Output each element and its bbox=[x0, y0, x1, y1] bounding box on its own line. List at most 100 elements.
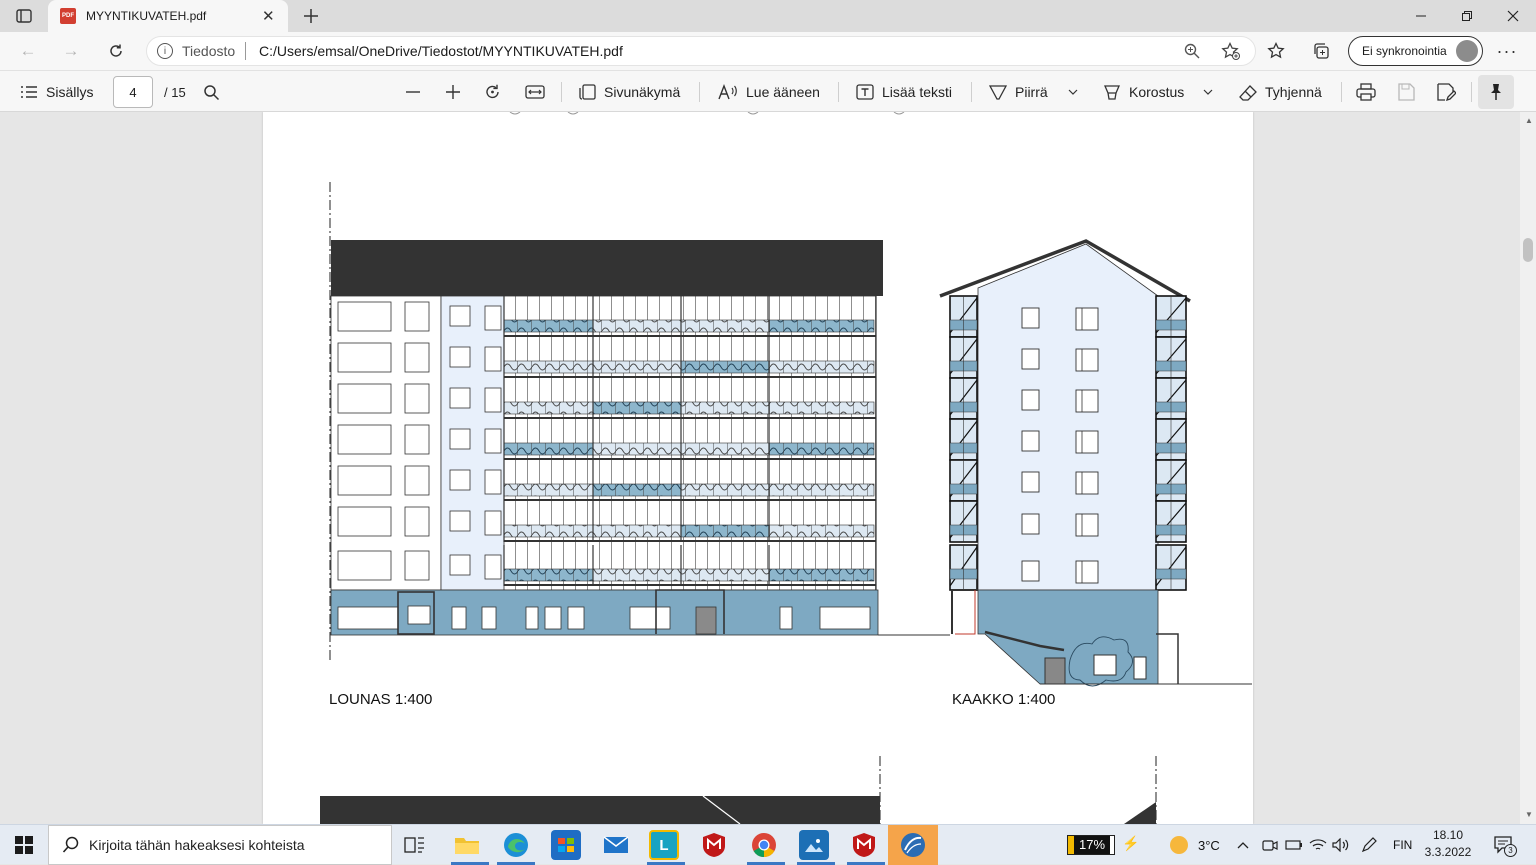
draw-button[interactable]: Piirrä bbox=[989, 71, 1048, 113]
volume-icon[interactable] bbox=[1332, 825, 1350, 865]
close-tab-icon[interactable]: ✕ bbox=[262, 7, 275, 25]
zoom-icon[interactable] bbox=[1183, 42, 1201, 65]
zoom-in-icon[interactable] bbox=[445, 71, 461, 113]
notification-center-icon[interactable]: 3 bbox=[1494, 835, 1517, 858]
taskbar-search[interactable]: Kirjoita tähän hakeaksesi kohteista bbox=[48, 825, 392, 865]
url-field[interactable]: i Tiedosto C:/Users/emsal/OneDrive/Tiedo… bbox=[146, 36, 1256, 66]
window bbox=[451, 606, 467, 630]
pen-icon[interactable] bbox=[1361, 825, 1377, 865]
window bbox=[1021, 430, 1040, 452]
more-options-icon[interactable]: ··· bbox=[1492, 36, 1522, 66]
language-indicator[interactable]: FIN bbox=[1393, 825, 1412, 865]
search-icon[interactable] bbox=[203, 71, 220, 113]
balcony-railing bbox=[768, 319, 875, 333]
add-text-button[interactable]: Lisää teksti bbox=[856, 71, 952, 113]
chrome-icon[interactable] bbox=[749, 830, 779, 860]
draw-dropdown-chevron-icon[interactable] bbox=[1068, 71, 1078, 113]
door bbox=[695, 606, 717, 635]
page-total: / 15 bbox=[164, 84, 186, 100]
new-tab-icon[interactable] bbox=[288, 0, 334, 32]
forward-icon[interactable]: → bbox=[56, 36, 86, 66]
weather-sun-icon[interactable] bbox=[1170, 836, 1188, 854]
file-explorer-icon[interactable] bbox=[452, 830, 482, 860]
battery-tray-icon[interactable] bbox=[1285, 825, 1303, 865]
profile-button[interactable]: Ei synkronointia bbox=[1348, 36, 1483, 66]
mcafee-icon[interactable] bbox=[699, 830, 729, 860]
tab-strip: PDF MYYNTIKUVATEH.pdf ✕ bbox=[0, 0, 1536, 32]
scroll-up-icon[interactable]: ▲ bbox=[1525, 116, 1533, 125]
print-icon[interactable] bbox=[1356, 71, 1376, 113]
window bbox=[449, 469, 471, 491]
tab-pdf[interactable]: PDF MYYNTIKUVATEH.pdf ✕ bbox=[48, 0, 288, 32]
start-button[interactable] bbox=[0, 825, 48, 865]
task-view-icon[interactable] bbox=[404, 835, 426, 858]
minimize-icon[interactable] bbox=[1398, 0, 1444, 32]
active-app-icon[interactable] bbox=[888, 825, 938, 865]
balcony-railing bbox=[768, 401, 875, 415]
scroll-down-icon[interactable]: ▼ bbox=[1525, 810, 1533, 819]
clock[interactable]: 18.10 3.3.2022 bbox=[1423, 827, 1473, 863]
tab-title: MYYNTIKUVATEH.pdf bbox=[86, 9, 207, 23]
window bbox=[449, 510, 471, 532]
restore-icon[interactable] bbox=[1444, 0, 1490, 32]
page-number-input[interactable]: 4 bbox=[113, 76, 153, 108]
window bbox=[449, 305, 471, 327]
chevron-up-icon[interactable] bbox=[1237, 825, 1249, 865]
window bbox=[484, 305, 502, 331]
edge-icon[interactable] bbox=[501, 830, 531, 860]
close-window-icon[interactable] bbox=[1490, 0, 1536, 32]
draw-label: Piirrä bbox=[1015, 84, 1048, 100]
clock-date: 3.3.2022 bbox=[1424, 845, 1472, 859]
highlight-dropdown-chevron-icon[interactable] bbox=[1203, 71, 1213, 113]
window bbox=[404, 506, 430, 537]
save-as-icon[interactable] bbox=[1436, 71, 1456, 113]
window bbox=[481, 606, 497, 630]
collections-icon[interactable] bbox=[1306, 36, 1336, 66]
window bbox=[404, 301, 430, 332]
photos-icon[interactable] bbox=[799, 830, 829, 860]
balcony-railing bbox=[768, 483, 875, 497]
app-l-icon[interactable]: L bbox=[649, 830, 679, 860]
page-view-button[interactable]: Sivunäkymä bbox=[578, 71, 680, 113]
read-aloud-label: Lue ääneen bbox=[746, 84, 820, 100]
rotate-icon[interactable] bbox=[484, 71, 502, 113]
contents-button[interactable]: Sisällys bbox=[20, 71, 93, 113]
balcony-railing bbox=[680, 401, 770, 415]
tab-actions-icon[interactable] bbox=[2, 0, 46, 32]
site-info-label: Tiedosto bbox=[182, 43, 236, 59]
fit-width-icon[interactable] bbox=[525, 71, 545, 113]
mail-icon[interactable] bbox=[601, 830, 631, 860]
zoom-out-icon[interactable] bbox=[405, 71, 421, 113]
balcony-railing bbox=[680, 568, 770, 582]
mcafee-security-icon[interactable] bbox=[849, 830, 879, 860]
pdf-viewer[interactable]: LOUNAS 1:400 KAAKKO 1:400 bbox=[0, 112, 1536, 824]
temperature[interactable]: 3°C bbox=[1198, 825, 1220, 865]
balcony-railing bbox=[503, 360, 595, 374]
notification-badge: 3 bbox=[1504, 844, 1517, 857]
add-favorite-icon[interactable] bbox=[1221, 41, 1241, 65]
favorites-icon[interactable] bbox=[1262, 36, 1292, 66]
wifi-icon[interactable] bbox=[1309, 825, 1327, 865]
clock-time: 18.10 bbox=[1432, 828, 1464, 842]
sync-label: Ei synkronointia bbox=[1362, 44, 1447, 58]
read-aloud-button[interactable]: Lue ääneen bbox=[718, 71, 820, 113]
erase-button[interactable]: Tyhjennä bbox=[1239, 71, 1322, 113]
window bbox=[337, 424, 392, 455]
meet-now-icon[interactable] bbox=[1262, 825, 1278, 865]
window bbox=[1021, 389, 1040, 411]
refresh-icon[interactable] bbox=[101, 36, 131, 66]
vertical-scrollbar[interactable]: ▲ ▼ bbox=[1520, 112, 1536, 824]
battery-indicator[interactable]: 17% bbox=[1067, 835, 1115, 855]
pin-toolbar-icon[interactable] bbox=[1478, 75, 1514, 109]
store-icon[interactable] bbox=[551, 830, 581, 860]
back-icon[interactable]: ← bbox=[13, 36, 43, 66]
window bbox=[525, 606, 539, 630]
info-icon[interactable]: i bbox=[157, 43, 173, 59]
save-icon[interactable] bbox=[1397, 71, 1415, 113]
window bbox=[484, 510, 502, 536]
window bbox=[404, 424, 430, 455]
add-text-icon bbox=[856, 84, 874, 100]
balcony-railing bbox=[680, 442, 770, 456]
scrollbar-thumb[interactable] bbox=[1523, 238, 1533, 262]
highlight-button[interactable]: Korostus bbox=[1103, 71, 1184, 113]
